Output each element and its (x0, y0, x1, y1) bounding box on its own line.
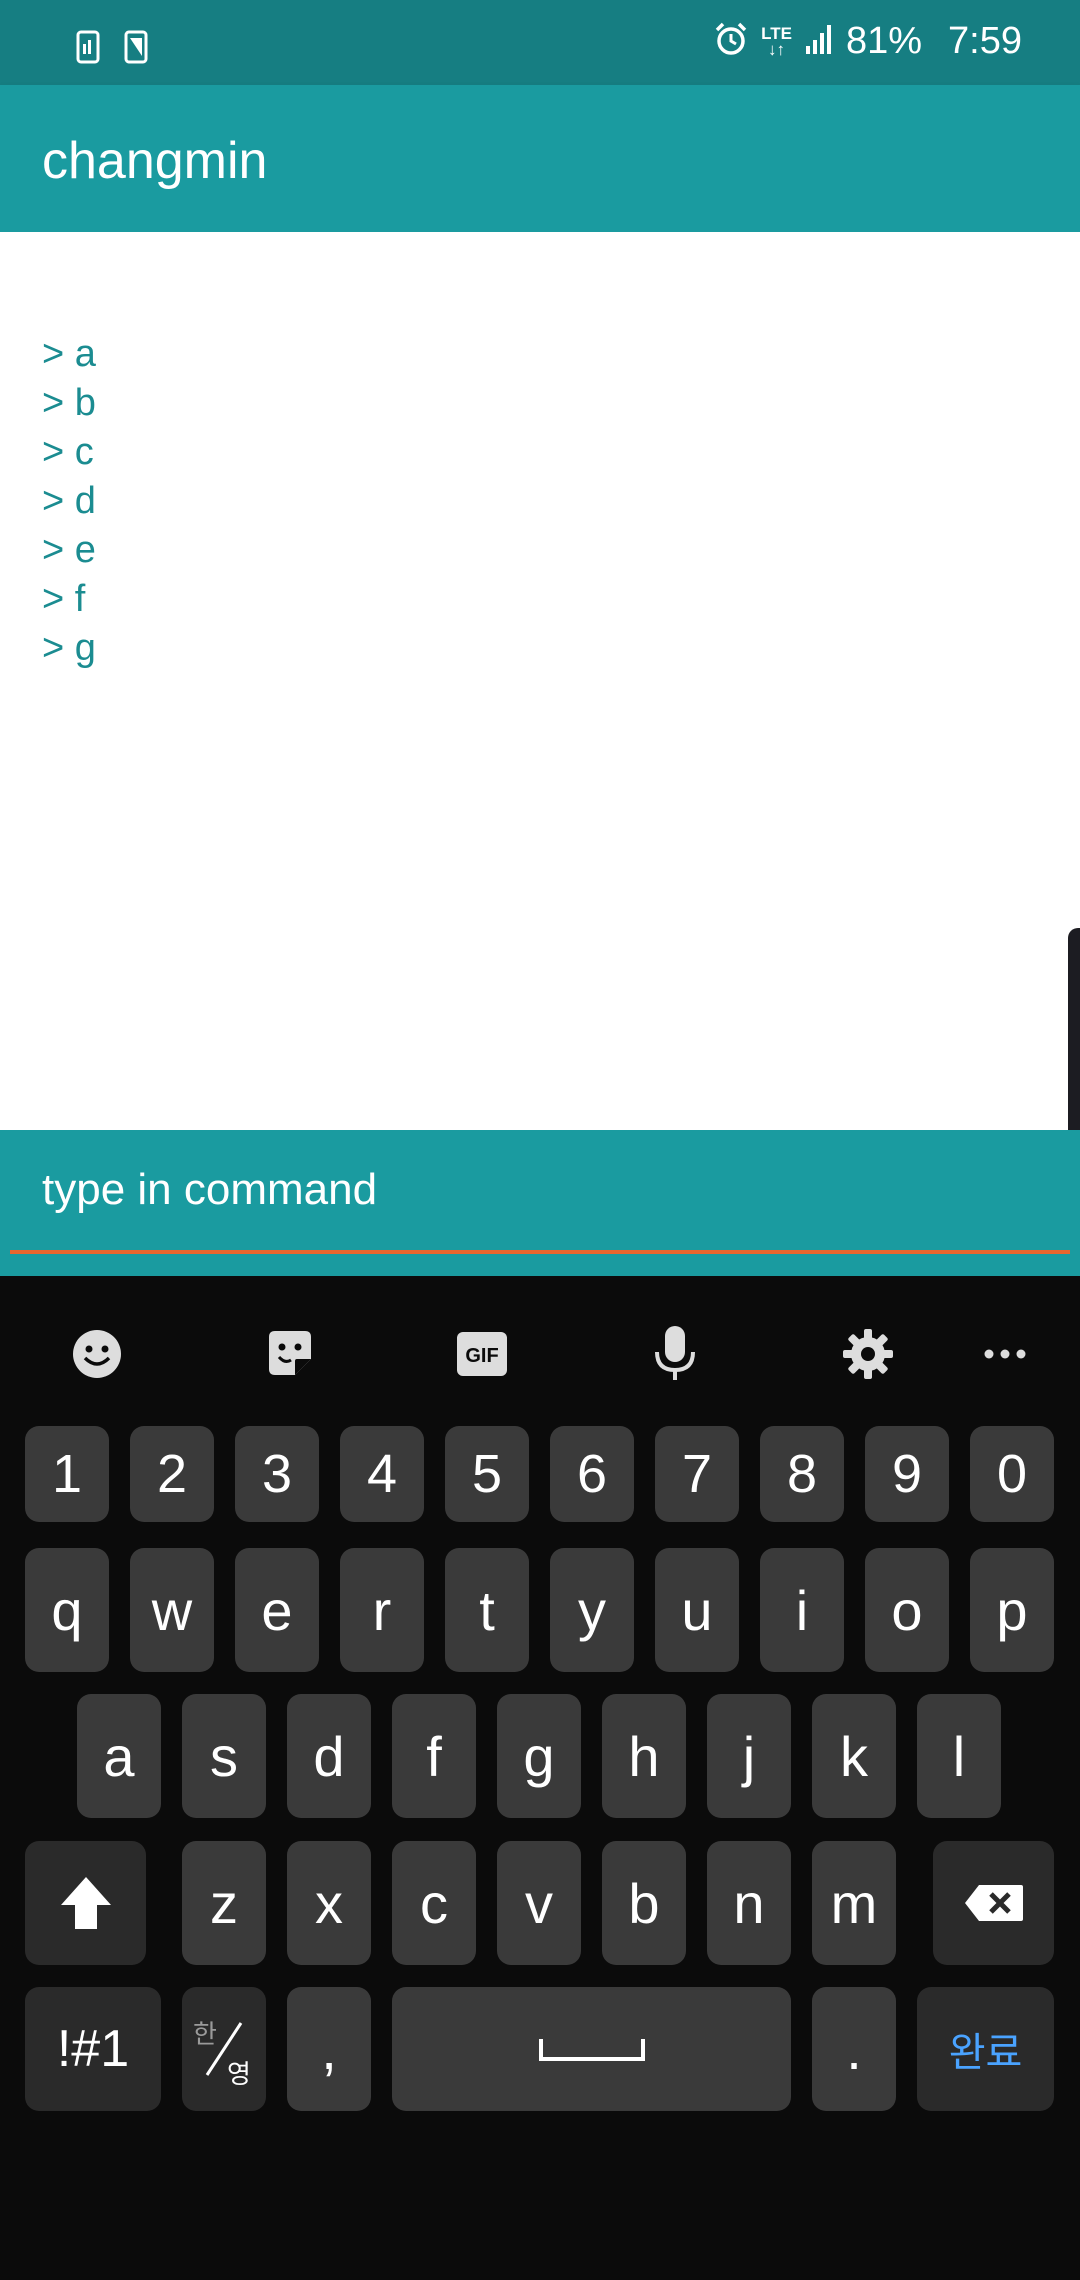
signal-icon (804, 22, 834, 61)
log-line: > c (42, 431, 94, 473)
key-n[interactable]: n (707, 1841, 791, 1965)
command-input[interactable] (10, 1130, 1070, 1254)
key-i[interactable]: i (760, 1548, 844, 1672)
key-w[interactable]: w (130, 1548, 214, 1672)
svg-text:GIF: GIF (465, 1345, 498, 1367)
lte-icon: LTE ↓↑ (761, 23, 792, 59)
key-6[interactable]: 6 (550, 1426, 634, 1522)
key-q[interactable]: q (25, 1548, 109, 1672)
key-f[interactable]: f (392, 1694, 476, 1818)
sim-icon (74, 30, 102, 69)
key-e[interactable]: e (235, 1548, 319, 1672)
log-line: > f (42, 578, 86, 620)
mic-icon[interactable] (640, 1319, 710, 1389)
key-l[interactable]: l (917, 1694, 1001, 1818)
settings-icon[interactable] (833, 1319, 903, 1389)
backspace-icon (964, 1885, 1023, 1921)
period-key[interactable]: . (812, 1987, 896, 2111)
key-4[interactable]: 4 (340, 1426, 424, 1522)
shift-icon (60, 1877, 111, 1929)
key-5[interactable]: 5 (445, 1426, 529, 1522)
screen-icon (122, 30, 150, 69)
clock: 7:59 (948, 20, 1022, 62)
log-line: > d (42, 480, 96, 522)
app-title: changmin (42, 132, 268, 190)
key-0[interactable]: 0 (970, 1426, 1054, 1522)
shift-key[interactable] (25, 1841, 146, 1965)
key-r[interactable]: r (340, 1548, 424, 1672)
key-c[interactable]: c (392, 1841, 476, 1965)
battery-percent: 81% (845, 20, 923, 62)
svg-text:영: 영 (227, 2060, 251, 2089)
emoji-icon[interactable] (62, 1319, 132, 1389)
key-s[interactable]: s (182, 1694, 266, 1818)
space-icon (538, 2039, 645, 2061)
more-icon[interactable] (970, 1319, 1040, 1389)
key-9[interactable]: 9 (865, 1426, 949, 1522)
backspace-key[interactable] (933, 1841, 1054, 1965)
key-x[interactable]: x (287, 1841, 371, 1965)
key-o[interactable]: o (865, 1548, 949, 1672)
svg-text:한: 한 (193, 2020, 217, 2050)
status-bar: LTE ↓↑ 81% 7:59 (0, 0, 1080, 85)
command-bar (0, 1130, 1080, 1276)
app-bar: changmin (0, 85, 1080, 232)
key-b[interactable]: b (602, 1841, 686, 1965)
done-key[interactable]: 완료 (917, 1987, 1054, 2111)
key-2[interactable]: 2 (130, 1426, 214, 1522)
key-7[interactable]: 7 (655, 1426, 739, 1522)
soft-keyboard: GIF 1 2 3 4 5 6 7 8 9 0 q w e r t y u i … (0, 1276, 1080, 2280)
log-line: > b (42, 382, 96, 424)
language-switch-key[interactable]: 한 영 (182, 1987, 266, 2111)
key-u[interactable]: u (655, 1548, 739, 1672)
symbols-key[interactable]: !#1 (25, 1987, 161, 2111)
key-v[interactable]: v (497, 1841, 581, 1965)
keyboard-toolbar: GIF (0, 1276, 1080, 1426)
key-1[interactable]: 1 (25, 1426, 109, 1522)
key-p[interactable]: p (970, 1548, 1054, 1672)
comma-key[interactable]: , (287, 1987, 371, 2111)
key-m[interactable]: m (812, 1841, 896, 1965)
key-g[interactable]: g (497, 1694, 581, 1818)
log-line: > g (42, 627, 96, 669)
key-j[interactable]: j (707, 1694, 791, 1818)
log-line: > a (42, 333, 96, 375)
key-k[interactable]: k (812, 1694, 896, 1818)
key-a[interactable]: a (77, 1694, 161, 1818)
alarm-icon (713, 21, 749, 62)
log-list: > a > b > c > d > e > f > g (42, 330, 96, 673)
space-key[interactable] (392, 1987, 791, 2111)
key-h[interactable]: h (602, 1694, 686, 1818)
language-switch-icon: 한 영 (193, 2020, 251, 2089)
log-line: > e (42, 529, 96, 571)
key-d[interactable]: d (287, 1694, 371, 1818)
sticker-icon[interactable] (255, 1319, 325, 1389)
key-3[interactable]: 3 (235, 1426, 319, 1522)
key-y[interactable]: y (550, 1548, 634, 1672)
key-8[interactable]: 8 (760, 1426, 844, 1522)
terminal-output[interactable]: > a > b > c > d > e > f > g (0, 232, 1080, 1130)
gif-icon[interactable]: GIF (447, 1319, 517, 1389)
key-t[interactable]: t (445, 1548, 529, 1672)
key-z[interactable]: z (182, 1841, 266, 1965)
